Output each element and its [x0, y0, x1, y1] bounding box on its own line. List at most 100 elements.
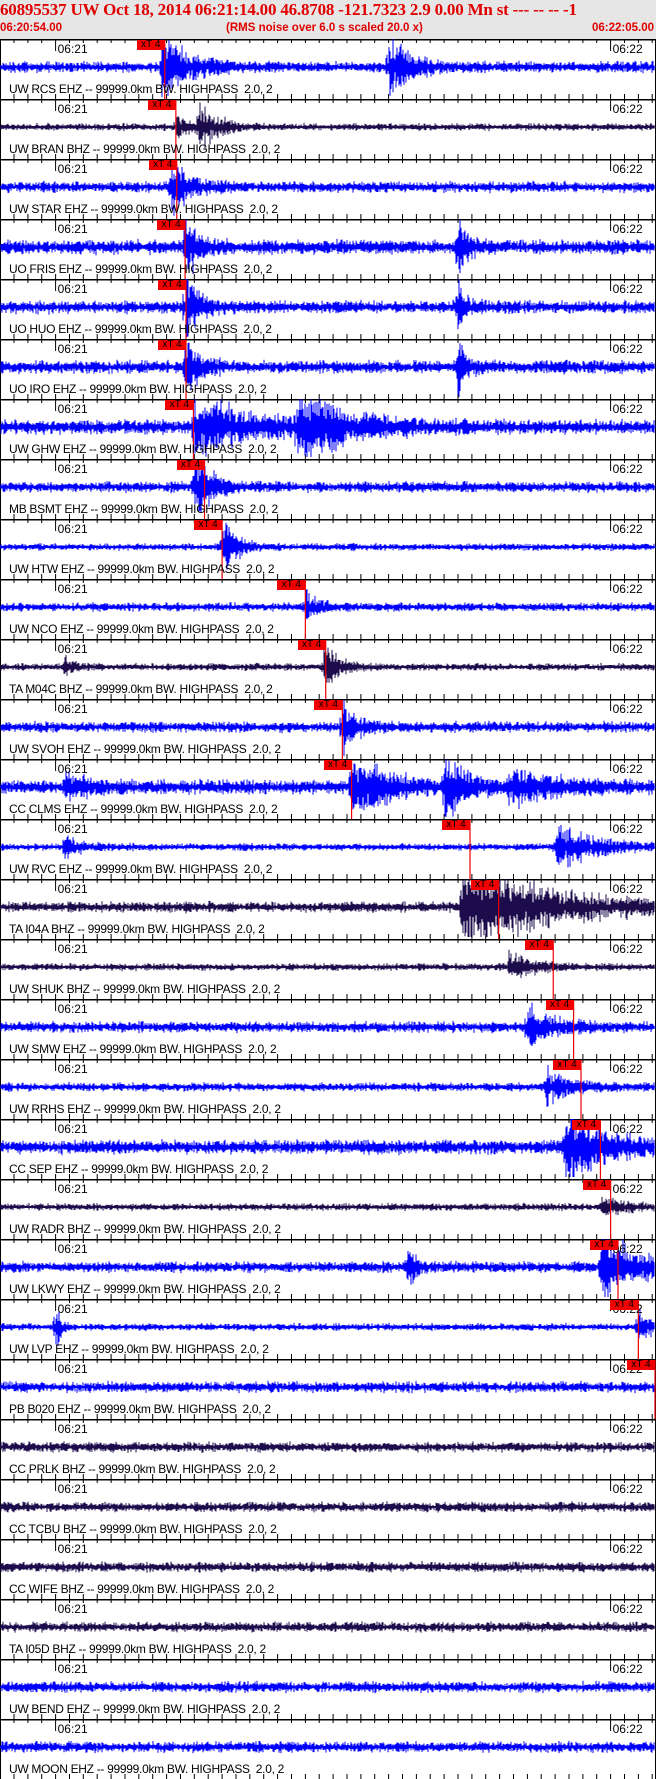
trace-uw-rcs-ehz: 06:21 06:22 xT 4 UW RCS EHZ -- 99999.0km BW…: [0, 39, 656, 99]
filter-info: -- 99999.0km BW. HIGHPASS 2.0, 2: [90, 742, 281, 756]
time-label: 06:21: [57, 1362, 88, 1376]
waveform: [0, 1065, 656, 1107]
pick-marker[interactable]: xT 4: [157, 220, 186, 230]
station-label: UW HTW EHZ -- 99999.0km BW. HIGHPASS 2.0…: [9, 562, 275, 576]
pick-marker[interactable]: xT 4: [176, 460, 205, 470]
filter-info: -- 99999.0km BW. HIGHPASS 2.0, 2: [90, 1222, 281, 1236]
station-label: UO FRIS EHZ -- 99999.0km BW. HIGHPASS 2.…: [9, 262, 272, 276]
trace-uw-ghw-ehz: 06:21 06:22 xT 4 UW GHW EHZ -- 99999.0km BW…: [0, 399, 656, 459]
time-label: 06:21: [57, 1602, 88, 1616]
filter-info: -- 99999.0km BW. HIGHPASS 2.0, 2: [82, 682, 273, 696]
pick-marker[interactable]: xT 4: [158, 280, 187, 290]
waveform: [0, 1680, 656, 1694]
time-label: 06:21: [57, 1722, 88, 1736]
station-label: UW RCS EHZ -- 99999.0km BW. HIGHPASS 2.0…: [9, 82, 273, 96]
pick-marker[interactable]: xT 4: [147, 100, 176, 110]
station-name: CC PRLK BHZ: [9, 1462, 86, 1476]
time-label: 06:21: [57, 42, 88, 56]
station-name: UW RADR BHZ: [9, 1222, 91, 1236]
waveform: [0, 1501, 656, 1513]
trace-uw-rrhs-ehz: 06:21 06:22 xT 4 UW RRHS EHZ -- 99999.0km B…: [0, 1059, 656, 1119]
time-label: 06:22: [612, 1422, 643, 1436]
waveform: [0, 1561, 656, 1573]
time-label: 06:21: [57, 1482, 88, 1496]
pick-marker[interactable]: xT 4: [545, 1000, 574, 1010]
filter-info: -- 99999.0km BW. HIGHPASS 2.0, 2: [87, 802, 278, 816]
time-label: 06:21: [57, 462, 88, 476]
filter-info: -- 99999.0km BW. HIGHPASS 2.0, 2: [77, 1162, 269, 1176]
station-name: CC SEP EHZ: [9, 1162, 78, 1176]
pick-marker[interactable]: xT 4: [590, 1240, 618, 1250]
station-name: UW SMW EHZ: [9, 1042, 86, 1056]
filter-info: -- 99999.0km BW. HIGHPASS 2.0, 2: [90, 1282, 281, 1296]
filter-info: -- 99999.0km BW. HIGHPASS 2.0, 2: [90, 1102, 281, 1116]
trace-uw-lvp-ehz: 06:2106:22xT 4UW LVP EHZ -- 99999.0km BW…: [0, 1299, 656, 1359]
pick-marker[interactable]: xT 4: [525, 940, 554, 950]
time-label: 06:22: [612, 822, 643, 836]
pick-marker[interactable]: xT 4: [610, 1300, 639, 1310]
trace-uo-iro-ehz: 06:21 06:22 xT 4 UO IRO EHZ -- 99999.0km BW…: [0, 339, 656, 399]
waveform: [0, 1380, 656, 1394]
station-label: TA I05D BHZ -- 99999.0km BW. HIGHPASS 2.…: [9, 1642, 266, 1656]
station-name: UO HUO EHZ: [9, 322, 82, 336]
trace-ta-m04c-bhz: 06:21 06:22 xT 4 TA M04C BHZ -- 99999.0km B…: [0, 639, 656, 699]
station-name: TA M04C BHZ: [9, 682, 83, 696]
filter-info: -- 99999.0km BW. HIGHPASS 2.0, 2: [83, 622, 274, 636]
time-label: 06:21: [57, 102, 88, 116]
pick-marker[interactable]: xT 4: [158, 340, 187, 350]
waveform: [0, 589, 656, 620]
station-label: UW RVC EHZ -- 99999.0km BW. HIGHPASS 2.0…: [9, 862, 272, 876]
station-label: UO IRO EHZ -- 99999.0km BW. HIGHPASS 2.0…: [9, 382, 267, 396]
pick-marker[interactable]: xT 4: [194, 520, 223, 530]
pick-marker[interactable]: xT 4: [297, 640, 326, 650]
pick-marker[interactable]: xT 4: [582, 1180, 611, 1190]
pick-marker[interactable]: xT 4: [136, 40, 165, 50]
time-label: 06:21: [57, 222, 88, 236]
time-label: 06:21: [57, 282, 88, 296]
pick-marker[interactable]: xT 4: [314, 700, 343, 710]
time-label: 06:22: [612, 702, 643, 716]
pick-marker[interactable]: xT 4: [442, 820, 470, 830]
station-label: UW SVOH EHZ -- 99999.0km BW. HIGHPASS 2.…: [9, 742, 281, 756]
time-label: 06:21: [57, 882, 88, 896]
filter-info: -- 99999.0km BW. HIGHPASS 2.0, 2: [76, 382, 267, 396]
pick-marker[interactable]: xT 4: [627, 1360, 655, 1370]
pick-marker[interactable]: xT 4: [553, 1060, 581, 1070]
time-label: 06:22: [612, 882, 643, 896]
time-label: 06:22: [612, 162, 643, 176]
trace-cc-tcbu-bhz: 06:21 06:22 CC TCBU BHZ -- 99999.0km BW. H…: [0, 1479, 656, 1539]
time-label: 06:22: [612, 1002, 643, 1016]
station-label: CC SEP EHZ -- 99999.0km BW. HIGHPASS 2.0…: [9, 1162, 268, 1176]
time-label: 06:21: [57, 1062, 88, 1076]
pick-marker[interactable]: xT 4: [165, 400, 194, 410]
pick-marker[interactable]: xT 4: [323, 760, 352, 770]
trace-pb-b020-ehz: 06:2106:22xT 4PB B020 EHZ -- 99999.0km B…: [0, 1359, 656, 1419]
pick-marker[interactable]: xT 4: [148, 160, 177, 170]
station-label: UW SHUK BHZ -- 99999.0km BW. HIGHPASS 2.…: [9, 982, 280, 996]
time-label: 06:22: [612, 1662, 643, 1676]
event-title: 60895537 UW Oct 18, 2014 06:21:14.00 46.…: [0, 0, 577, 19]
time-label: 06:22: [612, 642, 643, 656]
time-label: 06:22: [612, 342, 643, 356]
station-name: UW HTW EHZ: [9, 562, 84, 576]
pick-marker[interactable]: xT 4: [470, 880, 499, 890]
time-label: 06:22: [612, 1182, 643, 1196]
station-label: UW STAR EHZ -- 99999.0km BW. HIGHPASS 2.…: [9, 202, 278, 216]
pick-marker[interactable]: xT 4: [277, 580, 306, 590]
waveform: [0, 949, 656, 979]
time-label: 06:21: [57, 342, 88, 356]
time-label: 06:22: [612, 222, 643, 236]
waveform: [0, 1740, 656, 1754]
station-label: UW RADR BHZ -- 99999.0km BW. HIGHPASS 2.…: [9, 1222, 281, 1236]
station-label: UW LVP EHZ -- 99999.0km BW. HIGHPASS 2.0…: [9, 1342, 269, 1356]
station-label: TA M04C BHZ -- 99999.0km BW. HIGHPASS 2.…: [9, 682, 273, 696]
station-name: CC WIFE BHZ: [9, 1582, 84, 1596]
station-label: UW NCO EHZ -- 99999.0km BW. HIGHPASS 2.0…: [9, 622, 274, 636]
station-name: UW NCO EHZ: [9, 622, 84, 636]
trace-uw-lkwy-ehz: 06:21 06:22 xT 4 UW LKWY EHZ -- 99999.0km B…: [0, 1239, 656, 1299]
pick-marker[interactable]: xT 4: [572, 1120, 601, 1130]
time-label: 06:22: [612, 1602, 643, 1616]
time-label: 06:21: [57, 702, 88, 716]
station-label: CC PRLK BHZ -- 99999.0km BW. HIGHPASS 2.…: [9, 1462, 276, 1476]
station-name: UO IRO EHZ: [9, 382, 77, 396]
